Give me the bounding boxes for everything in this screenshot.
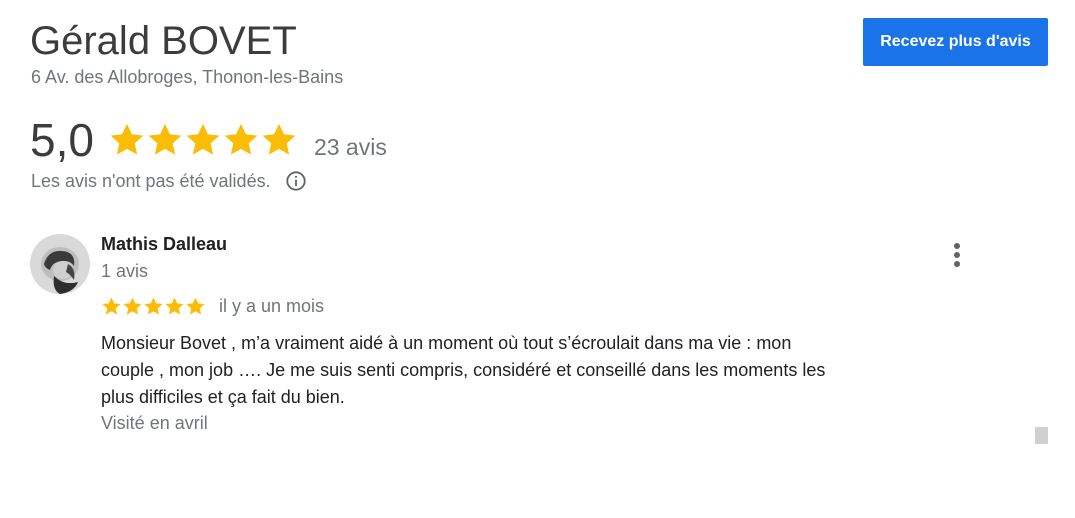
star-icon — [224, 123, 258, 155]
business-address: 6 Av. des Allobroges, Thonon-les-Bains — [31, 67, 344, 87]
review-meta: il y a un mois — [101, 294, 324, 318]
star-icon — [102, 297, 121, 315]
more-options-button[interactable] — [944, 240, 970, 270]
visit-date: Visité en avril — [101, 413, 208, 433]
reviewer-avatar[interactable] — [30, 234, 90, 294]
disclaimer: Les avis n'ont pas été validés. — [31, 169, 307, 193]
rating-summary: 5,0 23 avis — [30, 112, 387, 168]
get-more-reviews-button[interactable]: Recevez plus d'avis — [863, 18, 1048, 66]
total-review-count[interactable]: 23 avis — [314, 134, 387, 161]
star-icon — [110, 123, 144, 155]
info-icon[interactable] — [285, 170, 307, 192]
more-vert-icon — [954, 243, 960, 267]
disclaimer-text: Les avis n'ont pas été validés. — [31, 170, 271, 191]
review-date: il y a un mois — [219, 295, 325, 316]
rating-stars — [108, 121, 298, 159]
average-rating: 5,0 — [30, 114, 94, 166]
review-stars — [101, 296, 206, 317]
business-title: Gérald BOVET — [30, 19, 297, 63]
review-page: Gérald BOVET 6 Av. des Allobroges, Thono… — [0, 0, 1075, 518]
star-icon — [148, 123, 182, 155]
reviewer-review-count: 1 avis — [101, 261, 149, 281]
star-icon — [186, 123, 220, 155]
scrollbar-thumb[interactable] — [1035, 427, 1048, 444]
star-icon — [123, 297, 142, 315]
star-icon — [262, 123, 296, 155]
star-icon — [165, 297, 184, 315]
star-icon — [186, 297, 205, 315]
review-text: Monsieur Bovet , m’a vraiment aidé à un … — [101, 333, 826, 407]
star-icon — [144, 297, 163, 315]
reviewer-name[interactable]: Mathis Dalleau — [101, 234, 227, 255]
